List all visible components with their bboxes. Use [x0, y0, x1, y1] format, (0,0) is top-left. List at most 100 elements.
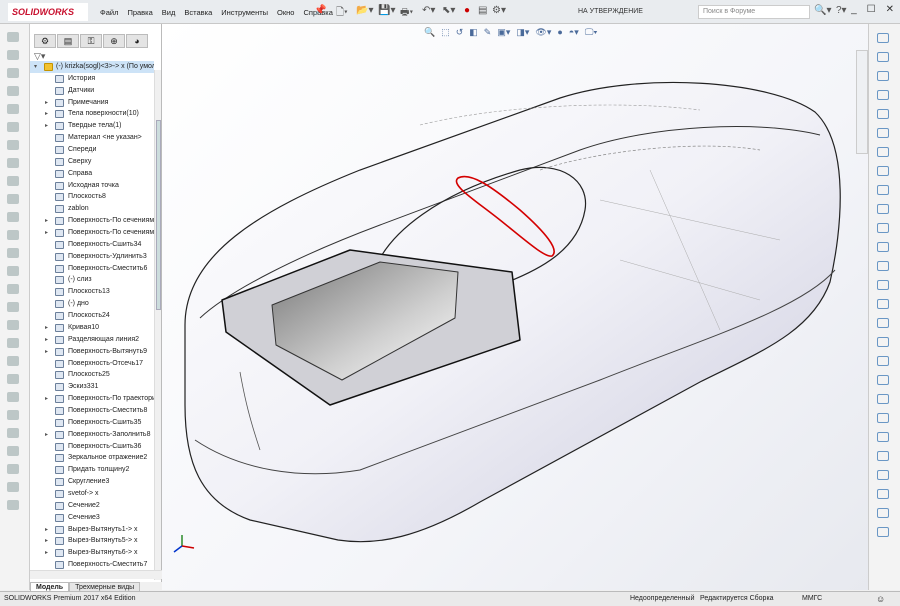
toolbar-tool-icon[interactable] — [877, 280, 889, 290]
new-file-icon[interactable]: 🗋▾ — [336, 5, 348, 22]
toolbar-tool-icon[interactable] — [877, 261, 889, 271]
print-icon[interactable]: 🖶▾ — [400, 5, 413, 22]
tree-item[interactable]: История — [30, 73, 154, 85]
tree-item[interactable]: Поверхность-Сшить34 — [30, 239, 154, 251]
expand-arrow-icon[interactable]: ▸ — [45, 547, 48, 559]
toolbar-tool-icon[interactable] — [877, 128, 889, 138]
expand-arrow-icon[interactable]: ▸ — [45, 322, 48, 334]
toolbar-tool-icon[interactable] — [7, 140, 19, 150]
toolbar-tool-icon[interactable] — [877, 185, 889, 195]
toolbar-tool-icon[interactable] — [7, 302, 19, 312]
display-manager-tab-icon[interactable]: ◕ — [126, 34, 148, 48]
search-forum-input[interactable]: Поиск в Форуме — [698, 5, 810, 19]
tree-item[interactable]: ▸ Поверхность-По сечениям37 — [30, 215, 154, 227]
toolbar-tool-icon[interactable] — [877, 52, 889, 62]
tree-item[interactable]: ▸ Твердые тела(1) — [30, 120, 154, 132]
toolbar-tool-icon[interactable] — [877, 299, 889, 309]
collapse-arrow-icon[interactable]: ▾ — [34, 61, 37, 73]
tree-item[interactable]: ▸ Поверхность-Вытянуть9 — [30, 346, 154, 358]
expand-arrow-icon[interactable]: ▸ — [45, 120, 48, 132]
toolbar-tool-icon[interactable] — [7, 356, 19, 366]
toolbar-tool-icon[interactable] — [7, 194, 19, 204]
tree-item[interactable]: svetof-> x — [30, 488, 154, 500]
toolbar-tool-icon[interactable] — [7, 500, 19, 510]
options-gear-icon[interactable]: ⚙▾ — [492, 5, 506, 16]
tree-vertical-scrollbar[interactable] — [154, 70, 161, 580]
tree-item[interactable]: ▸ Тела поверхности(10) — [30, 108, 154, 120]
toolbar-tool-icon[interactable] — [7, 284, 19, 294]
scroll-thumb[interactable] — [156, 120, 161, 310]
graphics-viewport[interactable]: 🔍 ⬚ ↺ ◧ ✎ ▣▾ ◨▾ 👁▾ ● ◓▾ 🖵▾ — [162, 24, 868, 590]
dimxpert-tab-icon[interactable]: ⊕ — [103, 34, 125, 48]
expand-arrow-icon[interactable]: ▸ — [45, 227, 48, 239]
toolbar-tool-icon[interactable] — [7, 392, 19, 402]
unit-system[interactable]: ММГС — [802, 592, 822, 606]
toolbar-tool-icon[interactable] — [7, 338, 19, 348]
toolbar-tool-icon[interactable] — [7, 248, 19, 258]
toolbar-tool-icon[interactable] — [877, 90, 889, 100]
tree-item[interactable]: ▸ Примечания — [30, 97, 154, 109]
expand-arrow-icon[interactable]: ▸ — [45, 393, 48, 405]
tree-item[interactable]: zablon — [30, 203, 154, 215]
save-icon[interactable]: 💾▾ — [378, 5, 395, 16]
tree-item[interactable]: Поверхность-Сшить35 — [30, 417, 154, 429]
tree-item[interactable]: Датчики — [30, 85, 154, 97]
toolbar-tool-icon[interactable] — [877, 375, 889, 385]
tree-item[interactable]: (-) слиз — [30, 274, 154, 286]
toolbar-tool-icon[interactable] — [877, 413, 889, 423]
toolbar-tool-icon[interactable] — [7, 158, 19, 168]
tree-item[interactable]: Плоскость24 — [30, 310, 154, 322]
expand-arrow-icon[interactable]: ▸ — [45, 97, 48, 109]
tree-item[interactable]: Сечение2 — [30, 500, 154, 512]
toolbar-tool-icon[interactable] — [7, 68, 19, 78]
expand-arrow-icon[interactable]: ▸ — [45, 346, 48, 358]
tree-horizontal-scrollbar[interactable] — [30, 570, 162, 579]
tree-item[interactable]: Плоскость8 — [30, 191, 154, 203]
tree-item[interactable]: ▸ Поверхность-По траектории — [30, 393, 154, 405]
close-icon[interactable]: ✕ — [886, 4, 894, 15]
menu-item[interactable]: Инструменты — [221, 8, 268, 17]
toolbar-tool-icon[interactable] — [7, 464, 19, 474]
view-selector-panel[interactable] — [856, 50, 868, 154]
toolbar-tool-icon[interactable] — [7, 428, 19, 438]
tree-item[interactable]: Материал <не указан> — [30, 132, 154, 144]
feedback-icon[interactable]: ☺ — [876, 592, 885, 606]
tree-root-part[interactable]: ▾ (-) krizka(sogl)<3>-> x (По умолча — [30, 61, 154, 73]
property-manager-tab-icon[interactable]: ▤ — [57, 34, 79, 48]
toolbar-tool-icon[interactable] — [877, 356, 889, 366]
tree-item[interactable]: Придать толщину2 — [30, 464, 154, 476]
minimize-icon[interactable]: _ — [851, 4, 857, 15]
menu-item[interactable]: Вид — [162, 8, 176, 17]
menu-item[interactable]: Окно — [277, 8, 294, 17]
toolbar-tool-icon[interactable] — [7, 212, 19, 222]
search-icon[interactable]: 🔍▾ — [814, 5, 831, 16]
rebuild-icon[interactable]: ● — [464, 5, 470, 16]
toolbar-tool-icon[interactable] — [877, 204, 889, 214]
toolbar-tool-icon[interactable] — [877, 71, 889, 81]
tree-item[interactable]: Эскиз331 — [30, 381, 154, 393]
tree-item[interactable]: Поверхность-Сместить6 — [30, 263, 154, 275]
toolbar-tool-icon[interactable] — [7, 320, 19, 330]
toolbar-tool-icon[interactable] — [7, 122, 19, 132]
tree-item[interactable]: Поверхность-Сшить36 — [30, 441, 154, 453]
tree-item[interactable]: Поверхность-Удлинить3 — [30, 251, 154, 263]
toolbar-tool-icon[interactable] — [877, 489, 889, 499]
file-properties-icon[interactable]: ▤ — [478, 5, 487, 16]
menu-item[interactable]: Файл — [100, 8, 118, 17]
tree-item[interactable]: ▸ Вырез-Вытянуть6-> x — [30, 547, 154, 559]
tree-item[interactable]: Поверхность-Сместить8 — [30, 405, 154, 417]
feature-manager-tab-icon[interactable]: ⚙ — [34, 34, 56, 48]
tree-item[interactable]: ▸ Поверхность-По сечениям42 — [30, 227, 154, 239]
tree-item[interactable]: Справа — [30, 168, 154, 180]
toolbar-tool-icon[interactable] — [877, 337, 889, 347]
toolbar-tool-icon[interactable] — [7, 230, 19, 240]
menu-item[interactable]: Вставка — [184, 8, 212, 17]
tree-item[interactable]: Плоскость13 — [30, 286, 154, 298]
menu-item[interactable]: Правка — [127, 8, 152, 17]
toolbar-tool-icon[interactable] — [7, 176, 19, 186]
toolbar-tool-icon[interactable] — [7, 266, 19, 276]
toolbar-tool-icon[interactable] — [877, 508, 889, 518]
expand-arrow-icon[interactable]: ▸ — [45, 215, 48, 227]
toolbar-tool-icon[interactable] — [877, 33, 889, 43]
undo-icon[interactable]: ↶▾ — [422, 5, 435, 16]
